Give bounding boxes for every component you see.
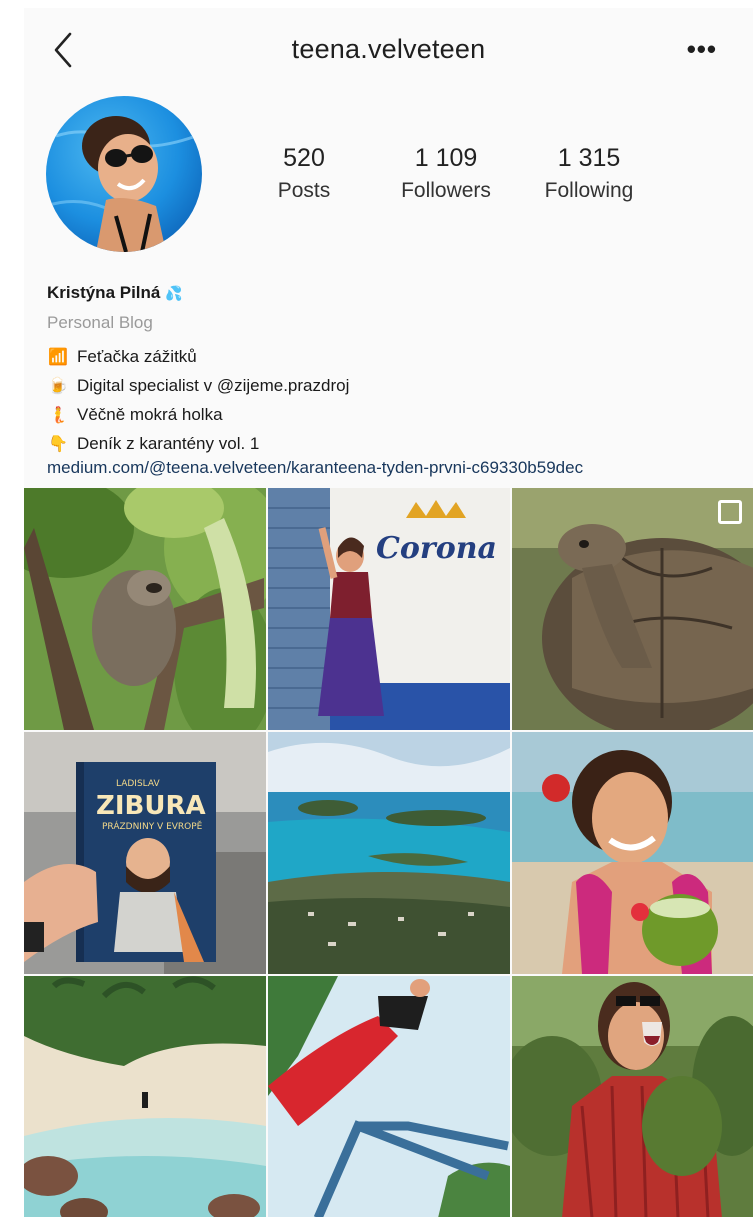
following-count-label: Following <box>544 179 634 202</box>
avatar[interactable] <box>46 96 202 252</box>
bio-line-text: Věčně mokrá holka <box>77 404 223 424</box>
profile-screen: teena.velveteen ••• 520 Posts 1 109 Foll… <box>24 8 753 1217</box>
bio-line: 📶 Feťačka zážitků <box>47 342 737 371</box>
followers-count[interactable]: 1 109 Followers <box>376 144 516 203</box>
post-thumbnail-vineyard[interactable] <box>512 976 753 1217</box>
followers-count-label: Followers <box>401 179 491 202</box>
profile-bio: Kristýna Pilná 💦 Personal Blog 📶 Feťačka… <box>47 283 737 484</box>
post-thumbnail-island[interactable] <box>268 732 510 974</box>
multiple-posts-icon <box>718 500 742 524</box>
bio-line-text: Deník z karantény vol. 1 <box>77 433 260 453</box>
post-thumbnail-tortoise[interactable] <box>512 488 753 730</box>
profile-category: Personal Blog <box>47 313 153 332</box>
bio-line-text: Digital specialist v @zijeme.prazdroj <box>77 375 350 395</box>
bio-line: 👇 Deník z karantény vol. 1 <box>47 429 737 458</box>
beer-icon: 🍺 <box>48 377 68 395</box>
bio-line-text: Feťačka zážitků <box>77 346 197 366</box>
post-thumbnail-beach[interactable] <box>24 976 266 1217</box>
profile-username: teena.velveteen <box>291 34 486 64</box>
full-name-text: Kristýna Pilná <box>47 283 161 302</box>
post-thumbnail-sloth[interactable] <box>24 488 266 730</box>
posts-count-value: 520 <box>283 144 325 172</box>
bio-link[interactable]: medium.com/@teena.velveteen/karanteena-t… <box>47 458 737 484</box>
bio-line: 🧜 Věčně mokrá holka <box>47 400 737 429</box>
following-count[interactable]: 1 315 Following <box>519 144 659 203</box>
posts-count-label: Posts <box>277 179 331 202</box>
book-title-text: ZIBURA <box>96 791 206 821</box>
post-thumbnail-book[interactable]: LADISLAV ZIBURA PRÁZDNINY V EVROPĚ <box>24 732 266 974</box>
post-thumbnail-corona-wall[interactable]: Corona <box>268 488 510 730</box>
book-author-text: LADISLAV <box>116 779 160 789</box>
top-bar: teena.velveteen ••• <box>24 8 753 88</box>
droplets-icon: 💦 <box>165 285 183 301</box>
mermaid-icon: 🧜 <box>48 406 68 424</box>
bio-line: 🍺 Digital specialist v @zijeme.prazdroj <box>47 371 737 400</box>
following-count-value: 1 315 <box>557 144 621 172</box>
profile-full-name: Kristýna Pilná 💦 <box>47 283 737 313</box>
bar-chart-icon: 📶 <box>48 348 68 366</box>
more-options-icon[interactable]: ••• <box>687 34 717 65</box>
posts-grid: Corona LADISLAV ZIBURA PRÁZDNINY V EVROP… <box>24 488 753 1217</box>
corona-sign-text: Corona <box>376 531 497 566</box>
posts-count[interactable]: 520 Posts <box>234 144 374 203</box>
post-thumbnail-coconut[interactable] <box>512 732 753 974</box>
followers-count-value: 1 109 <box>414 144 478 172</box>
post-thumbnail-swing[interactable] <box>268 976 510 1217</box>
profile-stats: 520 Posts 1 109 Followers 1 315 Followin… <box>244 144 664 214</box>
book-subtitle-text: PRÁZDNINY V EVROPĚ <box>102 820 203 832</box>
pointing-down-icon: 👇 <box>48 435 68 453</box>
